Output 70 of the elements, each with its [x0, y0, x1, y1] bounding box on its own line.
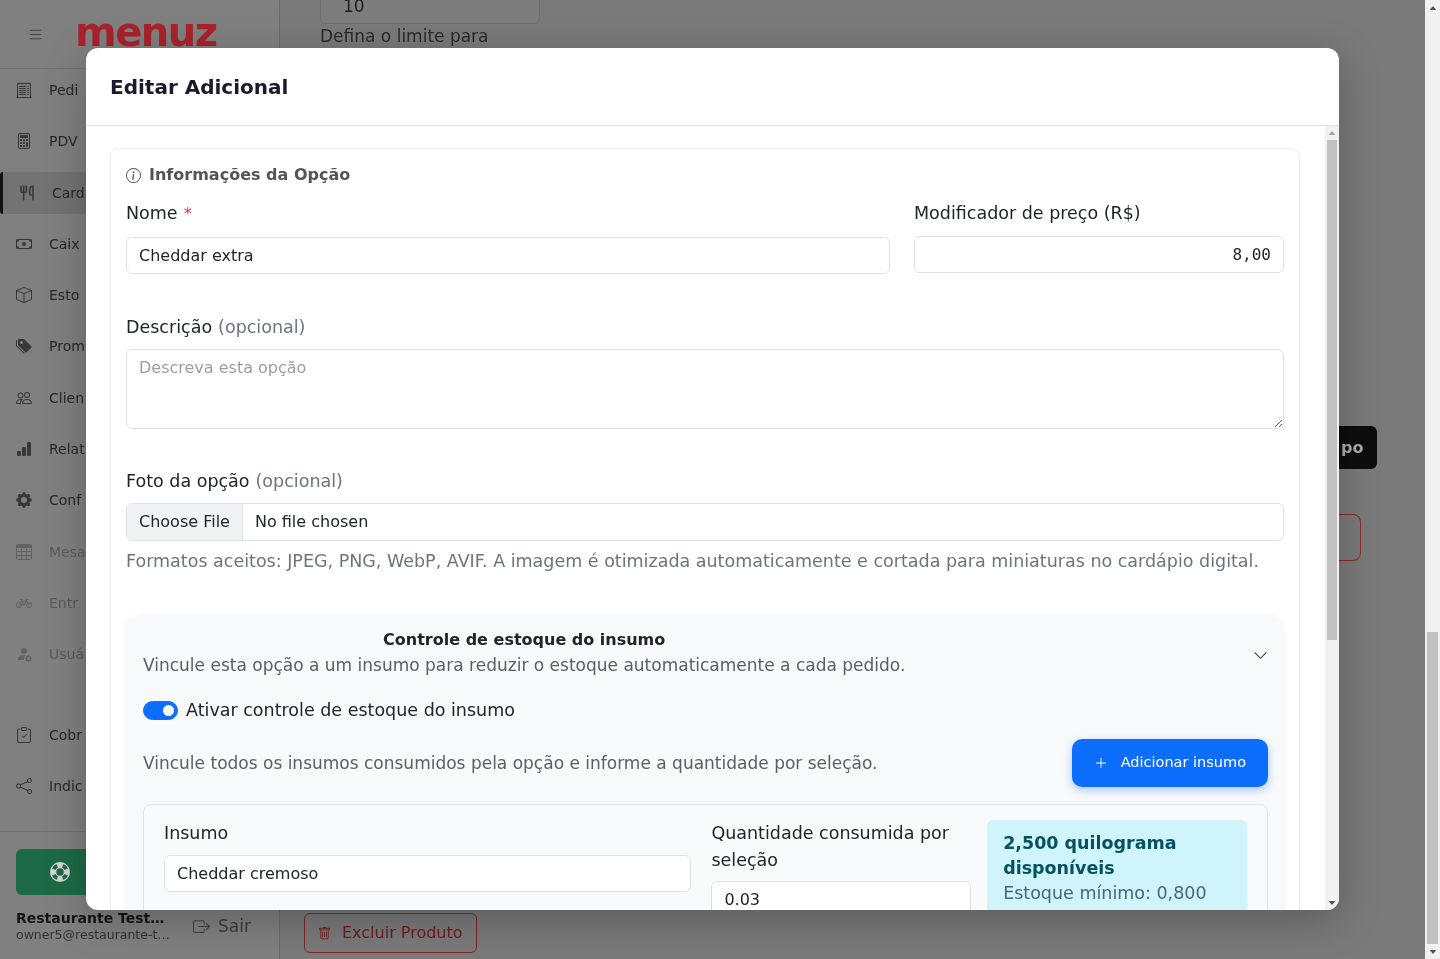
modal-title: Editar Adicional	[110, 74, 289, 99]
receipt-icon	[16, 82, 32, 98]
table-grid-icon	[16, 543, 32, 560]
account-email: owner5@restaurante-t…	[16, 925, 170, 943]
toggle-switch[interactable]	[143, 700, 178, 720]
trash-icon	[318, 926, 331, 940]
logout-icon	[193, 917, 211, 935]
scrollbar[interactable]	[1325, 126, 1339, 910]
section-title: Informações da Opção	[149, 164, 351, 186]
box-icon	[16, 287, 32, 304]
scrollbar-thumb[interactable]	[1327, 140, 1337, 640]
sidebar-item[interactable]: PDV	[0, 120, 86, 163]
required-mark: *	[183, 203, 192, 225]
optional-hint: (opcional)	[255, 470, 343, 493]
sidebar-item[interactable]: Caix	[0, 222, 86, 265]
add-ingredient-button[interactable]: Adicionar insumo	[1071, 739, 1268, 787]
scrollbar-thumb[interactable]	[1427, 632, 1438, 944]
tags-icon	[16, 338, 32, 355]
price-input[interactable]: 8,00	[914, 236, 1284, 273]
field-label: Descrição	[126, 316, 213, 339]
group-button[interactable]: po	[1339, 426, 1377, 469]
sidebar-item[interactable]: Esto	[0, 274, 86, 317]
file-status-text: No file chosen	[253, 511, 369, 533]
caret-down-icon[interactable]	[1328, 899, 1336, 907]
quantity-input[interactable]: 0.03	[711, 881, 972, 910]
stock-minimum-text: Estoque mínimo: 0,800	[1003, 882, 1208, 905]
sidebar-item[interactable]: Indic	[0, 765, 86, 808]
info-icon	[126, 167, 141, 183]
clipboard-check-icon	[16, 726, 32, 743]
toggle-label: Ativar controle de estoque do insumo	[186, 699, 515, 722]
field-label: Quantidade consumida por seleção	[711, 822, 951, 872]
person-gear-icon	[16, 646, 32, 663]
caret-down-icon[interactable]	[1428, 947, 1437, 956]
delete-button[interactable]: Excluir Produto	[304, 913, 477, 953]
scrollbar[interactable]	[1425, 0, 1440, 959]
help-text: Formatos aceitos: JPEG, PNG, WebP, AVIF. A imagem é otimizada automaticamente e cortada para miniaturas no cardápio digital.	[126, 550, 1260, 573]
field-label: Modificador de preço (R$)	[914, 202, 1141, 225]
sidebar-item[interactable]: Prom	[0, 325, 86, 368]
optional-hint: (opcional)	[218, 316, 306, 339]
sidebar-item[interactable]: Pedi	[0, 69, 86, 111]
number-input[interactable]: 10	[320, 0, 540, 24]
field-label: Nome	[126, 202, 178, 225]
description-textarea[interactable]: Descreva esta opção	[126, 349, 1284, 429]
people-icon	[16, 389, 32, 406]
account-name: Restaurante Test…	[16, 909, 166, 926]
file-input[interactable]: Choose File No file chosen	[126, 503, 1284, 541]
calculator-icon	[16, 133, 32, 150]
logo: menuz	[75, 12, 217, 52]
stock-available-text: 2,500 quilograma disponíveis	[1003, 832, 1178, 880]
gear-icon	[16, 492, 32, 509]
hint-text: Vincule todos os insumos consumidos pela opção e informe a quantidade por seleção.	[143, 752, 878, 775]
field-label: Foto da opção	[126, 470, 250, 493]
logout-button[interactable]: Sair	[193, 917, 251, 935]
panel-title: Controle de estoque do insumo	[383, 629, 666, 651]
sidebar-item[interactable]: Conf	[0, 479, 86, 522]
share-icon	[16, 778, 32, 795]
hint-text: Defina o limite para	[320, 28, 490, 45]
sidebar-item[interactable]: Cobr	[0, 713, 86, 756]
choose-file-button[interactable]: Choose File	[127, 504, 243, 540]
bar-chart-icon	[16, 441, 32, 458]
text-input[interactable]: Cheddar extra	[126, 237, 890, 274]
panel-description: Vincule esta opção a um insumo para reduzir o estoque automaticamente a cada pedido.	[143, 654, 906, 677]
sidebar-item[interactable]: Clien	[0, 376, 86, 419]
field-label: Insumo	[164, 822, 230, 845]
lifebuoy-icon	[50, 861, 70, 882]
fork-knife-icon	[19, 184, 35, 201]
ingredient-input[interactable]: Cheddar cremoso	[164, 855, 692, 892]
support-button[interactable]	[16, 848, 86, 895]
sidebar-item[interactable]: Card	[0, 171, 86, 214]
sidebar-item[interactable]: Relat	[0, 428, 86, 471]
